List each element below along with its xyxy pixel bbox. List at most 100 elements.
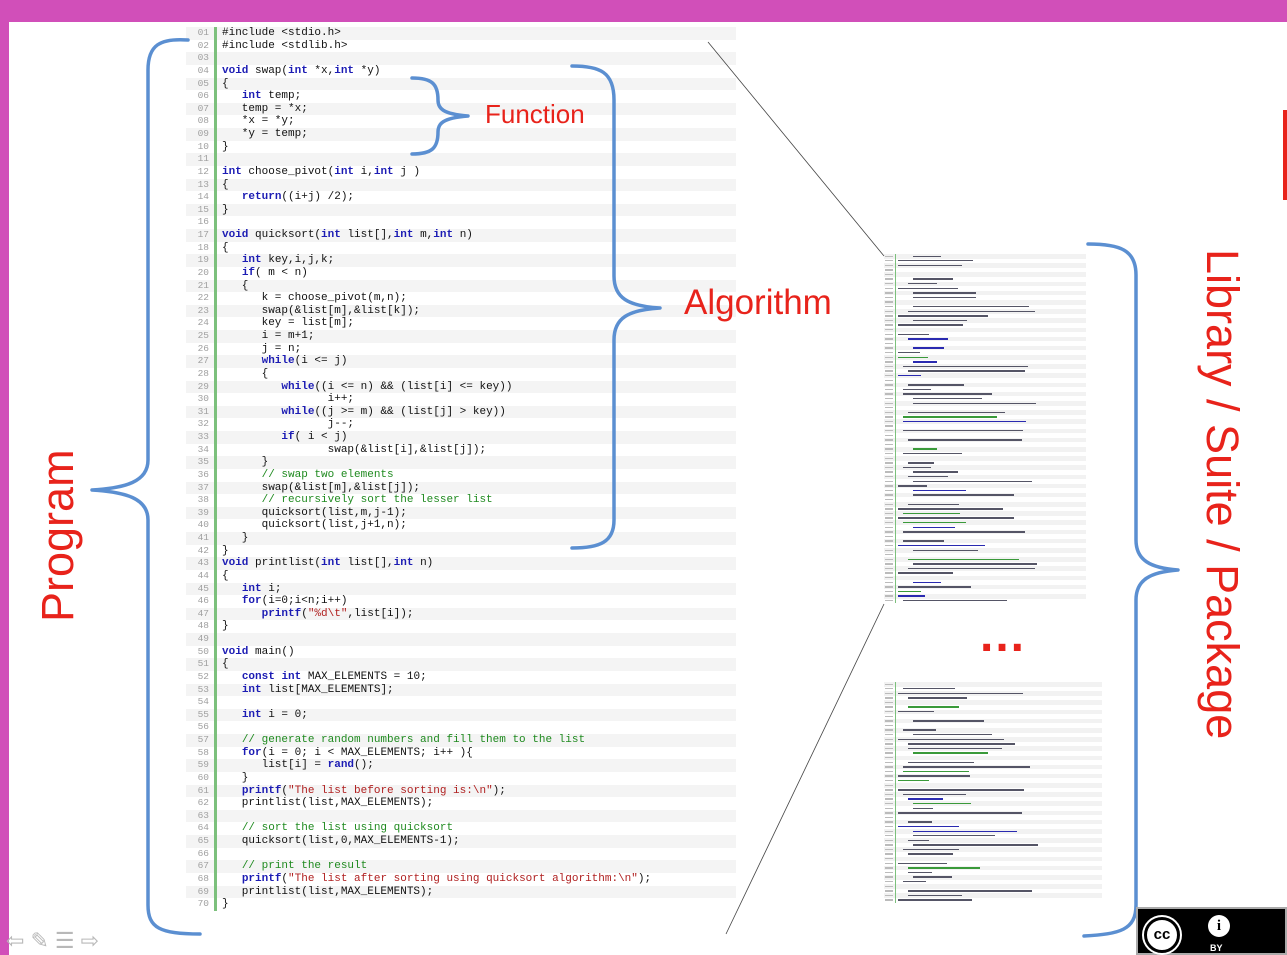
line-text: void quicksort(int list[],int m,int n) xyxy=(222,229,473,241)
line-text: int list[MAX_ELEMENTS]; xyxy=(241,683,394,696)
line-number: 29 xyxy=(197,380,209,392)
line-text: } xyxy=(222,898,229,911)
code-line: 07 temp = *x; xyxy=(186,102,736,116)
line-number: 57 xyxy=(197,734,209,745)
line-text: printlist(list,MAX_ELEMENTS); xyxy=(222,797,434,810)
line-text: list[i] = rand(); xyxy=(222,759,374,772)
back-arrow-icon[interactable]: ⇦ xyxy=(6,930,24,952)
line-number: 01 xyxy=(197,27,209,38)
code-line: 38 // recursively sort the lesser list xyxy=(186,494,736,507)
line-number: 54 xyxy=(197,696,209,708)
code-line: 56 xyxy=(186,721,736,734)
code-line: 62 printlist(list,MAX_ELEMENTS); xyxy=(186,797,736,810)
gutter-bar xyxy=(214,304,217,318)
line-number: 68 xyxy=(197,872,209,884)
line-text: // print the result xyxy=(241,860,368,873)
red-edge-mark xyxy=(1283,110,1287,200)
line-text: swap(&list[m],&list[j]); xyxy=(222,481,421,494)
gutter-bar xyxy=(214,115,217,128)
code-line: 30 i++; xyxy=(186,393,736,406)
gutter-bar xyxy=(214,128,217,141)
pen-icon[interactable]: ✎ xyxy=(30,930,48,952)
gutter-bar xyxy=(214,595,217,608)
line-number: 16 xyxy=(197,216,209,228)
line-number: 20 xyxy=(197,266,209,278)
line-number: 50 xyxy=(197,645,209,657)
forward-arrow-icon[interactable]: ⇨ xyxy=(81,930,99,952)
line-text: #include <stdlib.h> xyxy=(222,39,348,52)
ellipsis: ... xyxy=(980,609,1027,662)
gutter-bar xyxy=(214,835,217,848)
code-line: 67 // print the result xyxy=(186,860,736,873)
line-text: printf("The list after sorting using qui… xyxy=(241,872,652,885)
line-number: 47 xyxy=(197,607,209,619)
menu-icon[interactable]: ☰ xyxy=(55,930,75,952)
program-thumbnail-2 xyxy=(884,682,1102,904)
gutter-bar xyxy=(214,52,217,65)
code-line: 48} xyxy=(186,620,736,633)
gutter-bar xyxy=(214,557,217,570)
line-text: } xyxy=(222,771,249,784)
line-text: for(i = 0; i < MAX_ELEMENTS; i++ ){ xyxy=(241,746,473,759)
gutter-bar xyxy=(214,569,217,583)
line-text: void swap(int *x,int *y) xyxy=(222,64,381,77)
code-line: 37 swap(&list[m],&list[j]); xyxy=(186,481,736,495)
line-number: 26 xyxy=(197,342,209,354)
line-number: 66 xyxy=(197,847,209,859)
gutter-bar xyxy=(214,860,217,873)
line-number: 03 xyxy=(197,52,209,64)
line-text: j = n; xyxy=(222,342,302,355)
gutter-bar xyxy=(214,342,217,356)
gutter-bar xyxy=(214,443,217,457)
gutter-bar xyxy=(214,191,217,204)
code-line: 09 *y = temp; xyxy=(186,128,736,141)
gutter-bar xyxy=(214,27,217,40)
line-number: 05 xyxy=(197,77,209,89)
code-line: 21 { xyxy=(186,279,736,293)
line-text: key = list[m]; xyxy=(222,317,355,330)
code-line: 33 if( i < j) xyxy=(186,431,736,444)
gutter-bar xyxy=(214,519,217,532)
code-line: 61 printf("The list before sorting is:\n… xyxy=(186,784,736,798)
line-number: 42 xyxy=(197,544,209,556)
cc-by-license-badge: cc i BY xyxy=(1136,907,1287,955)
slide-navigation: ⇦ ✎ ☰ ⇨ xyxy=(6,930,99,952)
code-line: 14 return((i+j) /2); xyxy=(186,191,736,204)
line-number: 58 xyxy=(197,746,209,758)
program-thumbnail-1 xyxy=(884,254,1086,604)
line-number: 10 xyxy=(197,140,209,152)
gutter-bar xyxy=(214,153,217,166)
gutter-bar xyxy=(214,431,217,444)
code-line: 15} xyxy=(186,203,736,217)
line-number: 04 xyxy=(197,64,209,76)
line-number: 13 xyxy=(197,178,209,190)
thumbnail-line xyxy=(884,598,1086,604)
code-line: 49 xyxy=(186,633,736,646)
gutter-bar xyxy=(214,203,217,217)
line-text: void main() xyxy=(222,645,295,658)
thumbnail-line xyxy=(884,897,1102,903)
gutter-bar xyxy=(214,102,217,116)
line-text: while((j >= m) && (list[j] > key)) xyxy=(281,405,506,418)
gutter-bar xyxy=(214,494,217,507)
line-number: 30 xyxy=(197,393,209,405)
gutter-bar xyxy=(214,620,217,633)
program-label: Program xyxy=(32,449,83,622)
gutter-bar xyxy=(214,822,217,835)
line-number: 25 xyxy=(197,330,209,341)
code-line: 05 { xyxy=(186,77,736,91)
line-text: quicksort(list,0,MAX_ELEMENTS-1); xyxy=(222,835,460,847)
line-number: 39 xyxy=(197,506,209,518)
gutter-bar xyxy=(214,90,217,103)
line-number: 70 xyxy=(197,898,209,910)
line-number: 62 xyxy=(197,797,209,809)
gutter-bar xyxy=(214,393,217,406)
line-number: 43 xyxy=(197,557,209,569)
gutter-bar xyxy=(214,532,217,545)
code-line: 18 { xyxy=(186,241,736,255)
gutter-bar xyxy=(214,216,217,229)
line-number: 48 xyxy=(197,620,209,632)
line-text: j--; xyxy=(222,418,355,431)
line-number: 33 xyxy=(197,431,209,442)
code-line: 59 list[i] = rand(); xyxy=(186,759,736,772)
